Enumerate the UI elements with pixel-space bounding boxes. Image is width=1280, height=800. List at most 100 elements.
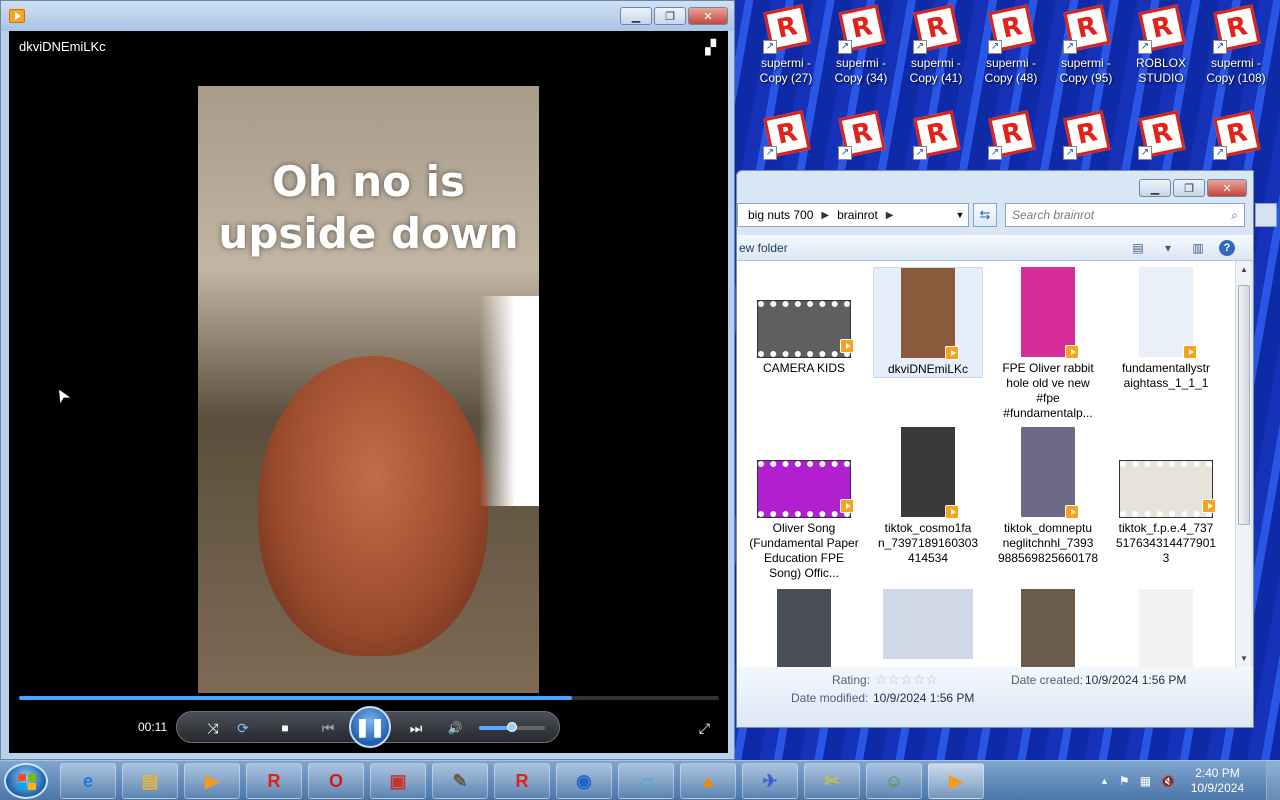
taskbar-item-roblox-studio[interactable]: R: [494, 763, 550, 799]
desktop-icon[interactable]: R ↗: [750, 110, 822, 160]
shortcut-arrow-icon: ↗: [838, 40, 852, 54]
desktop-icon[interactable]: R ↗ supermi - Copy (95): [1050, 4, 1122, 86]
desktop-icon[interactable]: R ↗ supermi - Copy (108): [1200, 4, 1272, 86]
scrollbar-thumb[interactable]: [1238, 285, 1250, 525]
refresh-button[interactable]: ⇆: [973, 203, 997, 227]
file-item[interactable]: [749, 589, 859, 667]
taskbar-item-jet[interactable]: ✈: [742, 763, 798, 799]
taskbar-item-opera[interactable]: O: [308, 763, 364, 799]
player-minimize-button[interactable]: ▁: [620, 7, 652, 25]
shortcut-arrow-icon: ↗: [913, 146, 927, 160]
media-player-window[interactable]: ▁ ❐ ✕ dkviDNEmiLKc ▞ Oh no is upside dow…: [0, 0, 735, 760]
volume-knob[interactable]: [507, 722, 517, 732]
desktop-icon[interactable]: R ↗ supermi - Copy (48): [975, 4, 1047, 86]
roblox-icon: R ↗: [838, 4, 886, 54]
taskbar-item-vlc[interactable]: ▲: [680, 763, 736, 799]
file-item[interactable]: tiktok_cosmo1fa n_7397189160303 414534: [873, 427, 983, 566]
taskbar-item-roblox[interactable]: R: [246, 763, 302, 799]
taskbar-item-browser[interactable]: ◉: [556, 763, 612, 799]
desktop-icon[interactable]: R ↗ supermi - Copy (34): [825, 4, 897, 86]
help-icon[interactable]: ?: [1219, 239, 1235, 256]
chevron-right-icon[interactable]: ▶: [886, 210, 894, 221]
breadcrumb-item[interactable]: brainrot: [837, 208, 878, 222]
seek-bar[interactable]: [19, 696, 719, 700]
shuffle-icon[interactable]: ⤨: [203, 718, 223, 738]
toolbox-icon: ▣: [389, 770, 407, 791]
chevron-right-icon[interactable]: ▶: [821, 210, 829, 221]
start-button[interactable]: [4, 763, 48, 799]
previous-icon[interactable]: ⏮: [311, 718, 345, 738]
breadcrumb-item[interactable]: big nuts 700: [748, 208, 813, 222]
desktop-icon-label: supermi - Copy (34): [834, 56, 888, 85]
taskbar-item-toolbox[interactable]: ▣: [370, 763, 426, 799]
stop-icon[interactable]: ■: [275, 718, 295, 738]
taskbar-item-media-player-running[interactable]: ▶: [928, 763, 984, 799]
taskbar-item-tool[interactable]: ✂: [804, 763, 860, 799]
network-icon[interactable]: ▦: [1140, 774, 1151, 788]
volume-slider[interactable]: [479, 722, 545, 732]
taskbar-item-explorer[interactable]: ▤: [122, 763, 178, 799]
search-input[interactable]: Search brainrot ⌕: [1005, 203, 1245, 227]
preview-pane-icon[interactable]: ▥: [1189, 240, 1207, 256]
file-item[interactable]: FPE Oliver rabbit hole old ve new #fpe #…: [993, 267, 1103, 421]
taskbar-item-media-player[interactable]: ▶: [184, 763, 240, 799]
taskbar-item-gimp[interactable]: ✎: [432, 763, 488, 799]
taskbar-item-notes[interactable]: ▱: [618, 763, 674, 799]
file-item[interactable]: fundamentallystr aightass_1_1_1: [1111, 267, 1221, 391]
video-frame[interactable]: Oh no is upside down: [198, 86, 539, 693]
view-dropdown-icon[interactable]: ▾: [1159, 240, 1177, 256]
desktop-icon[interactable]: R ↗ ROBLOX STUDIO: [1125, 4, 1197, 86]
file-item[interactable]: tiktok_f.p.e.4_737 517634314477901 3: [1111, 427, 1221, 566]
rating-stars[interactable]: ☆☆☆☆☆: [875, 671, 938, 688]
show-desktop-button[interactable]: [1266, 761, 1280, 800]
fullscreen-icon[interactable]: ⤢: [699, 720, 710, 737]
volume-muted-icon[interactable]: 🔇: [1161, 775, 1175, 788]
explorer-close-button[interactable]: ✕: [1207, 179, 1247, 197]
change-view-icon[interactable]: ▤: [1129, 240, 1147, 256]
explorer-maximize-button[interactable]: ❐: [1173, 179, 1205, 197]
vertical-scrollbar[interactable]: ▲ ▼: [1235, 261, 1251, 667]
player-maximize-button[interactable]: ❐: [654, 7, 686, 25]
player-close-button[interactable]: ✕: [688, 7, 728, 25]
repeat-icon[interactable]: ⟳: [233, 718, 253, 738]
desktop-icon[interactable]: R ↗: [1200, 110, 1272, 160]
desktop-icon[interactable]: R ↗: [1050, 110, 1122, 160]
roblox-icon: R ↗: [913, 110, 961, 160]
scroll-down-icon[interactable]: ▼: [1240, 654, 1248, 663]
action-center-flag-icon[interactable]: ⚑: [1119, 774, 1130, 788]
desktop-icon[interactable]: R ↗: [825, 110, 897, 160]
file-item[interactable]: Oliver Song (Fundamental Paper Education…: [749, 427, 859, 581]
clock-time: 2:40 PM: [1195, 766, 1240, 780]
explorer-window[interactable]: ▁ ❐ ✕ big nuts 700 ▶ brainrot ▶ ▼ ⇆ Sear…: [736, 170, 1277, 728]
file-item[interactable]: [873, 589, 983, 663]
new-folder-button[interactable]: ew folder: [739, 241, 788, 255]
taskbar-item-people[interactable]: ☺: [866, 763, 922, 799]
shortcut-arrow-icon: ↗: [763, 146, 777, 160]
address-bar[interactable]: big nuts 700 ▶ brainrot ▶ ▼: [737, 203, 969, 227]
mute-icon[interactable]: 🔊: [445, 718, 465, 738]
scroll-up-icon[interactable]: ▲: [1240, 265, 1248, 274]
file-item[interactable]: dkviDNEmiLKc: [873, 267, 983, 378]
file-item[interactable]: CAMERA KIDS: [749, 267, 859, 376]
show-hidden-icons-icon[interactable]: ▲: [1100, 776, 1109, 786]
next-icon[interactable]: ⏭: [399, 718, 433, 738]
taskbar-item-ie[interactable]: e: [60, 763, 116, 799]
desktop-icon[interactable]: R ↗: [1125, 110, 1197, 160]
pause-button[interactable]: ❚❚: [349, 706, 391, 748]
switch-to-library-icon[interactable]: ▞: [705, 39, 716, 56]
desktop-icon[interactable]: R ↗ supermi - Copy (27): [750, 4, 822, 86]
explorer-minimize-button[interactable]: ▁: [1139, 179, 1171, 197]
file-item[interactable]: [993, 589, 1103, 667]
file-item[interactable]: [1111, 589, 1221, 667]
desktop-icon[interactable]: R ↗: [975, 110, 1047, 160]
file-item[interactable]: tiktok_domneptu neglitchnhl_7393 9885698…: [993, 427, 1103, 566]
chevron-down-icon[interactable]: ▼: [952, 210, 968, 220]
clock[interactable]: 2:40 PM 10/9/2024: [1191, 766, 1244, 796]
player-title-bar[interactable]: ▁ ❐ ✕: [1, 1, 734, 31]
desktop-icon[interactable]: R ↗: [900, 110, 972, 160]
desktop-icon[interactable]: R ↗ supermi - Copy (41): [900, 4, 972, 86]
search-icon[interactable]: ⌕: [1231, 208, 1238, 223]
people-icon: ☺: [884, 770, 904, 791]
video-stage[interactable]: dkviDNEmiLKc ▞ Oh no is upside down 00:1…: [9, 31, 728, 753]
shortcut-arrow-icon: ↗: [1138, 146, 1152, 160]
